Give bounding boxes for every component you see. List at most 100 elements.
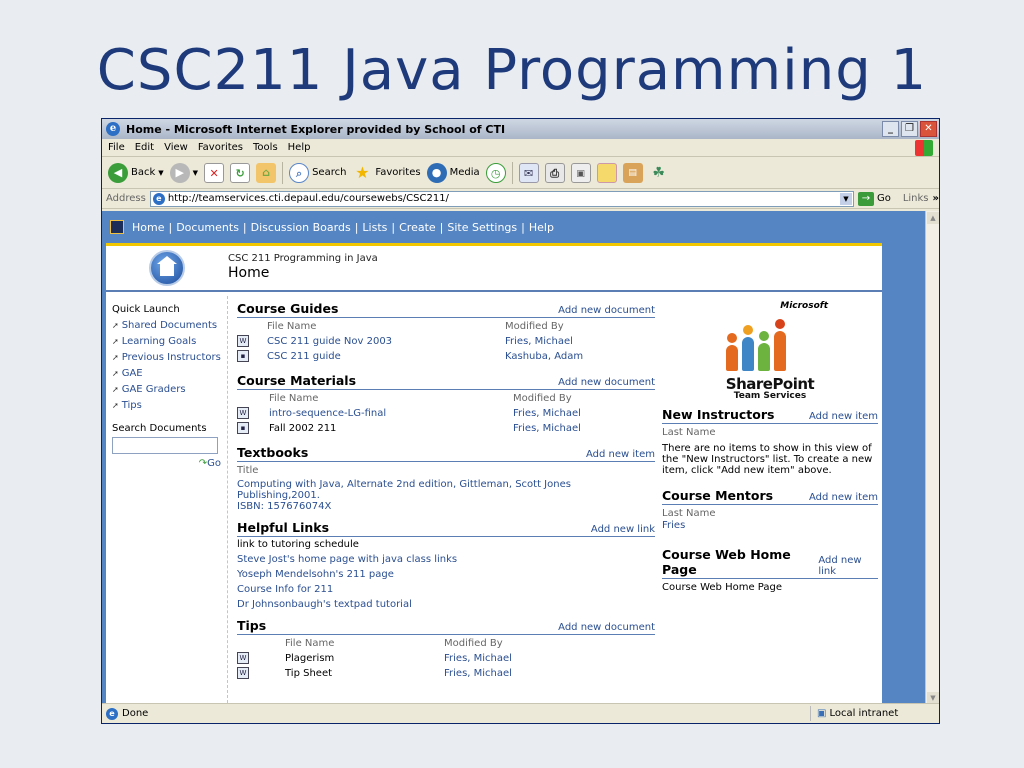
browser-window: e Home - Microsoft Internet Explorer pro… (101, 118, 940, 724)
address-input[interactable]: e http://teamservices.cti.depaul.edu/cou… (149, 190, 854, 207)
refresh-icon[interactable]: ↻ (230, 162, 251, 183)
nav-help[interactable]: Help (529, 221, 554, 234)
ql-tips[interactable]: ➚ Tips (112, 400, 227, 411)
search-icon: ⌕ (289, 162, 310, 183)
table-row: W Plagerism Fries, Michael (237, 652, 655, 664)
nav-create[interactable]: Create (399, 221, 436, 234)
course-web-add[interactable]: Add new link (818, 555, 878, 577)
favorites-button[interactable]: ★ Favorites (352, 163, 420, 183)
table-row: ▪ CSC 211 guide Kashuba, Adam (237, 350, 655, 362)
nav-discussion-boards[interactable]: Discussion Boards (251, 221, 351, 234)
ie-icon: e (106, 122, 120, 136)
go-button[interactable]: → Go (857, 191, 891, 206)
nav-home[interactable]: Home (132, 221, 164, 234)
search-go-button[interactable]: ↷Go (112, 458, 227, 469)
col-modified-by: Modified By (444, 638, 503, 649)
list-item[interactable]: Course Info for 211 (237, 584, 655, 595)
menu-file[interactable]: File (108, 142, 125, 153)
new-instructors-add[interactable]: Add new item (809, 411, 878, 422)
vertical-scrollbar[interactable]: ▲ ▼ (925, 211, 939, 705)
course-guides-title: Course Guides (237, 301, 339, 316)
list-item[interactable]: link to tutoring schedule (237, 539, 655, 550)
forward-button[interactable]: ▶ ▼ (169, 162, 198, 183)
col-last-name: Last Name (662, 427, 716, 438)
ql-gae[interactable]: ➚ GAE (112, 368, 227, 379)
page-icon: e (152, 192, 165, 205)
menu-tools[interactable]: Tools (253, 142, 278, 153)
star-icon: ★ (355, 162, 370, 182)
ql-learning-goals[interactable]: ➚ Learning Goals (112, 336, 227, 347)
doc-icon: ▪ (237, 350, 249, 362)
discuss-icon[interactable] (596, 162, 617, 183)
menu-view[interactable]: View (164, 142, 188, 153)
course-guides-add[interactable]: Add new document (558, 305, 655, 316)
media-button[interactable]: ● Media (426, 162, 480, 183)
search-button[interactable]: ⌕ Search (289, 162, 346, 183)
ql-shared-documents[interactable]: ➚ Shared Documents (112, 320, 227, 331)
list-item[interactable]: Yoseph Mendelsohn's 211 page (237, 569, 655, 580)
close-button[interactable]: ✕ (920, 121, 937, 137)
arrow-bullet-icon: ➚ (112, 321, 119, 330)
textbooks-title: Textbooks (237, 445, 309, 460)
word-doc-icon: W (237, 652, 249, 664)
back-button[interactable]: ◀ Back ▼ (108, 162, 164, 183)
course-materials-add[interactable]: Add new document (558, 377, 655, 388)
menu-favorites[interactable]: Favorites (198, 142, 243, 153)
ql-previous-instructors[interactable]: ➚ Previous Instructors (112, 352, 227, 363)
sharepoint-page: CSC 211 Programming in Java Home Quick L… (106, 243, 882, 705)
arrow-bullet-icon: ➚ (112, 337, 119, 346)
scroll-up-icon[interactable]: ▲ (927, 212, 939, 224)
address-dropdown-icon[interactable]: ▼ (839, 192, 852, 205)
textbook-isbn[interactable]: ISBN: 157676074X (237, 501, 655, 512)
helpful-links-add[interactable]: Add new link (591, 524, 655, 535)
nav-site-settings[interactable]: Site Settings (447, 221, 517, 234)
col-last-name: Last Name (662, 508, 716, 519)
history-icon[interactable]: ◷ (485, 162, 506, 183)
title-bar: e Home - Microsoft Internet Explorer pro… (102, 119, 939, 139)
table-row: Wintro-sequence-LG-final Fries, Michael (237, 407, 655, 419)
links-button[interactable]: Links (903, 193, 929, 204)
menu-edit[interactable]: Edit (135, 142, 154, 153)
status-bar: e Done ▣ Local intranet (102, 703, 939, 723)
ql-gae-graders[interactable]: ➚ GAE Graders (112, 384, 227, 395)
arrow-bullet-icon: ➚ (112, 369, 119, 378)
mentor-item[interactable]: Fries (662, 520, 878, 531)
doc-icon: ▪ (237, 422, 249, 434)
search-documents-input[interactable] (112, 437, 218, 454)
maximize-button[interactable]: ❐ (901, 121, 918, 137)
home-icon[interactable]: ⌂ (256, 162, 277, 183)
edit-icon[interactable]: ▣ (570, 162, 591, 183)
page-done-icon: e (106, 707, 118, 720)
research-icon[interactable]: ▤ (622, 162, 643, 183)
nav-lists[interactable]: Lists (362, 221, 387, 234)
mail-icon[interactable]: ✉ (518, 162, 539, 183)
menu-help[interactable]: Help (288, 142, 311, 153)
course-name: CSC 211 Programming in Java (228, 253, 378, 264)
messenger-icon[interactable]: ☘ (649, 163, 669, 183)
go-curve-icon: ↷ (198, 458, 208, 469)
page-viewport: Home | Documents | Discussion Boards | List… (102, 211, 926, 705)
course-web-title: Course Web Home Page (662, 547, 791, 577)
list-item[interactable]: Dr Johnsonbaugh's textpad tutorial (237, 599, 655, 610)
course-mentors-add[interactable]: Add new item (809, 492, 878, 503)
textbook-item[interactable]: Computing with Java, Alternate 2nd editi… (237, 479, 655, 501)
print-icon[interactable]: ⎙ (544, 162, 565, 183)
zone-text: Local intranet (829, 708, 899, 719)
empty-list-message: There are no items to show in this view … (662, 443, 873, 476)
course-web-link[interactable]: Course Web Home Page (662, 582, 878, 593)
list-item[interactable]: Steve Jost's home page with java class l… (237, 554, 655, 565)
tips-title: Tips (237, 618, 267, 633)
tips-add[interactable]: Add new document (558, 622, 655, 633)
new-instructors-title: New Instructors (662, 407, 775, 422)
textbooks-add[interactable]: Add new item (586, 449, 655, 460)
sharepoint-nav: Home | Documents | Discussion Boards | List… (102, 211, 926, 243)
minimize-button[interactable]: _ (882, 121, 899, 137)
nav-documents[interactable]: Documents (176, 221, 239, 234)
arrow-bullet-icon: ➚ (112, 353, 119, 362)
col-file-name: File Name (267, 321, 317, 332)
address-bar: Address e http://teamservices.cti.depaul… (102, 189, 939, 209)
site-home-icon (149, 250, 185, 286)
chevron-right-icon[interactable]: » (933, 193, 939, 204)
stop-icon[interactable]: ✕ (204, 162, 225, 183)
team-services-brand: Team Services (733, 391, 807, 401)
